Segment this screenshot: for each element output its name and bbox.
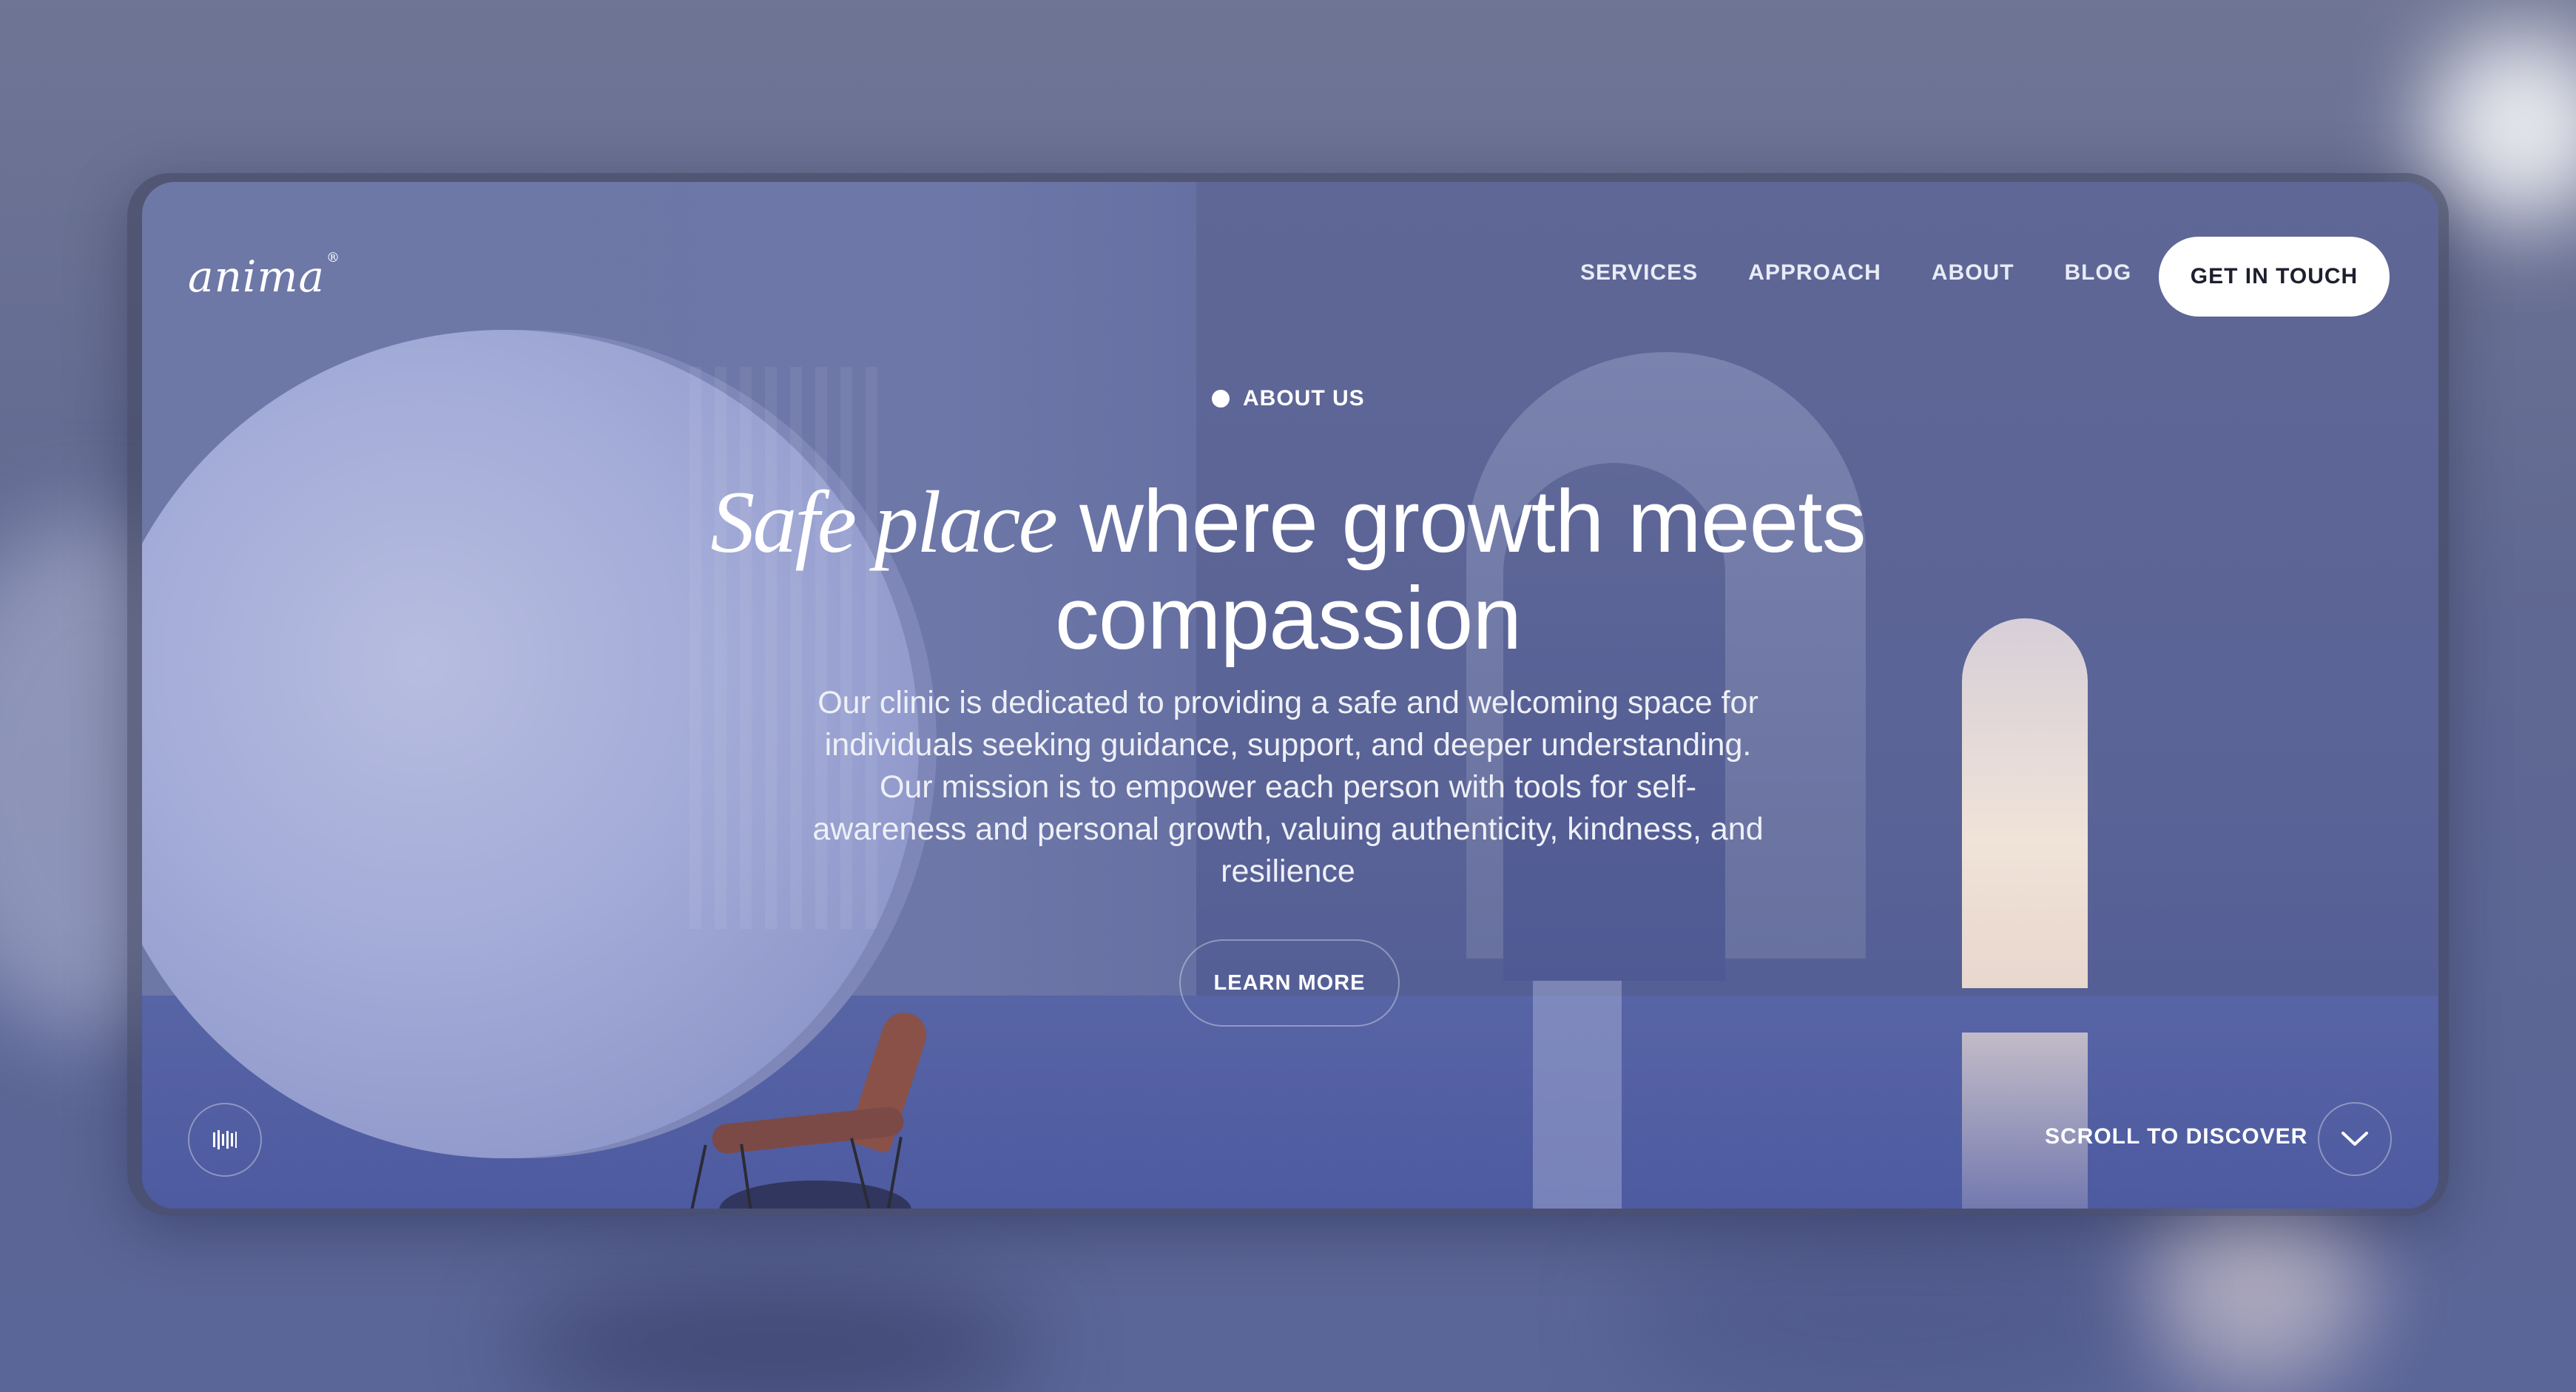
eyebrow-label: ABOUT US xyxy=(1243,386,1365,410)
main-nav: SERVICES APPROACH ABOUT BLOG xyxy=(1580,260,2131,286)
sound-toggle-button[interactable] xyxy=(188,1103,262,1177)
bullet-dot-icon xyxy=(1212,390,1230,408)
scene-arched-window xyxy=(1962,618,2088,988)
scroll-down-button[interactable] xyxy=(2318,1102,2392,1176)
logo-text: anima xyxy=(188,251,326,302)
backdrop-shadow xyxy=(518,1272,1036,1392)
scene-window-reflection xyxy=(1962,1033,2088,1209)
headline-text: where growth meets xyxy=(1055,472,1866,571)
hero-description: Our clinic is dedicated to providing a s… xyxy=(812,685,1764,889)
nav-link-about[interactable]: ABOUT xyxy=(1932,260,2014,286)
scene-reflection xyxy=(1533,981,1622,1209)
brand-logo[interactable]: anima ® xyxy=(188,250,340,302)
learn-more-button[interactable]: LEARN MORE xyxy=(1179,939,1400,1027)
section-eyebrow: ABOUT US xyxy=(1212,386,1365,411)
registered-mark: ® xyxy=(326,250,341,266)
sound-bars-icon xyxy=(213,1130,237,1149)
backdrop-light xyxy=(2427,30,2576,222)
hero-headline: Safe place where growth meets compassion xyxy=(0,473,2576,666)
headline-accent: Safe place xyxy=(710,473,1057,571)
headline-line2: compassion xyxy=(1054,569,1522,668)
nav-link-blog[interactable]: BLOG xyxy=(2065,260,2132,286)
chevron-down-icon xyxy=(2341,1132,2368,1146)
get-in-touch-button[interactable]: GET IN TOUCH xyxy=(2159,237,2390,317)
backdrop-shadow xyxy=(1628,1220,2145,1392)
nav-link-services[interactable]: SERVICES xyxy=(1580,260,1698,286)
scroll-to-discover-label[interactable]: SCROLL TO DISCOVER xyxy=(2045,1124,2307,1149)
nav-link-approach[interactable]: APPROACH xyxy=(1748,260,1881,286)
